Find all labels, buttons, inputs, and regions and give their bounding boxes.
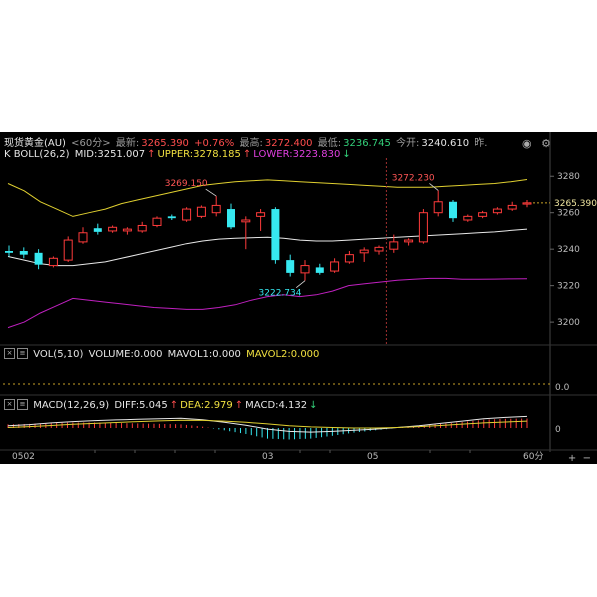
candle-body-down[interactable]	[93, 228, 102, 232]
high-annotation-label: 3272.230	[392, 173, 435, 183]
candle-body-up[interactable]	[48, 257, 58, 267]
candle-body-up[interactable]	[122, 228, 132, 232]
candle-body-down[interactable]	[5, 251, 13, 253]
boll-lower-line	[7, 277, 528, 329]
time-axis-label: 0502	[12, 452, 35, 462]
price-tick-label: 3200	[557, 318, 580, 328]
price-chart[interactable]: 3280 3260 3240 3220 3200 3265.390 3269.150 3272…	[0, 132, 597, 464]
candle-body-down[interactable]	[34, 252, 43, 265]
period-button: 60分	[523, 451, 543, 462]
candle-body-up[interactable]	[359, 249, 369, 254]
candle-body-down[interactable]	[167, 216, 176, 219]
candle-body-up[interactable]	[478, 212, 488, 217]
time-axis-label: 05	[367, 452, 378, 462]
candle-body-up[interactable]	[241, 219, 251, 223]
price-tick-label: 3280	[557, 172, 580, 182]
price-tick-label: 3240	[557, 245, 580, 255]
candle-body-up[interactable]	[404, 239, 414, 243]
candle-body-up[interactable]	[63, 239, 73, 261]
candle-body-up[interactable]	[137, 224, 147, 232]
annotation-leader	[205, 188, 217, 197]
price-tick-label: 3220	[557, 282, 580, 292]
vol-axis-tick: 0.0	[555, 383, 570, 393]
candle-body-up[interactable]	[418, 212, 428, 243]
candle-body-down[interactable]	[315, 267, 324, 273]
candle-body-down[interactable]	[227, 209, 235, 228]
low-annotation-label: 3222.734	[259, 289, 302, 299]
candle-body-up[interactable]	[211, 204, 221, 214]
candle-body-down[interactable]	[449, 201, 457, 219]
time-axis-label: 03	[262, 452, 273, 462]
candle-body-up[interactable]	[507, 204, 517, 210]
current-price-tag: 3265.390	[554, 199, 597, 209]
candle-body-up[interactable]	[108, 226, 118, 232]
annotation-leader	[296, 280, 306, 288]
candle-body-up[interactable]	[78, 232, 88, 243]
candle-body-up[interactable]	[389, 241, 399, 250]
candle-body-up[interactable]	[182, 208, 192, 221]
candle-body-up[interactable]	[433, 201, 443, 214]
candle-body-up[interactable]	[196, 206, 206, 217]
candle-body-up[interactable]	[492, 208, 502, 214]
chart-window: 现货黄金(AU) <60分> 最新: 3265.390 +0.76% 最高: 327…	[0, 132, 597, 464]
high-annotation-label: 3269.150	[165, 179, 208, 189]
candle-body-up[interactable]	[374, 246, 384, 252]
candle-body-up[interactable]	[522, 202, 532, 205]
candle-body-up[interactable]	[256, 212, 266, 217]
candle-body-up[interactable]	[344, 254, 354, 263]
candle-body-up[interactable]	[300, 265, 310, 274]
candle-body-up[interactable]	[330, 261, 340, 272]
candle-body-down[interactable]	[19, 251, 28, 255]
macd-axis-tick: 0	[555, 425, 561, 435]
candle-body-up[interactable]	[152, 217, 162, 226]
candle-body-up[interactable]	[463, 215, 473, 221]
candle-body-down[interactable]	[286, 260, 295, 273]
candle-body-down[interactable]	[271, 209, 280, 261]
price-tick-label: 3260	[557, 209, 580, 219]
